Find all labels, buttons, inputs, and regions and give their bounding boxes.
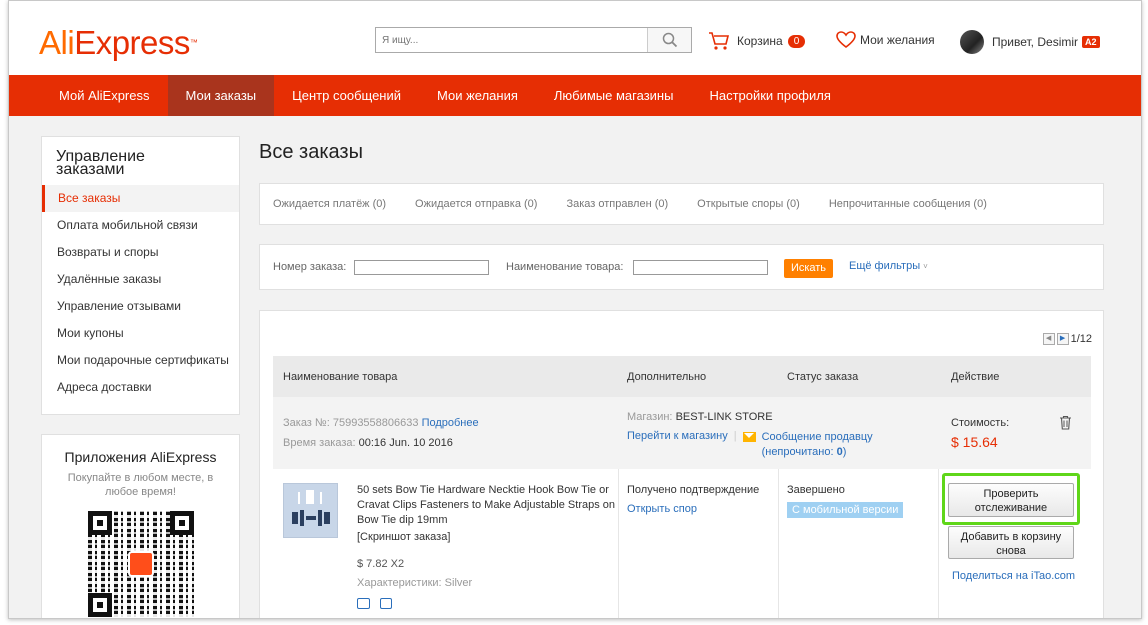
page-title: Все заказы <box>259 141 363 163</box>
search-icon <box>662 32 677 48</box>
search-bar <box>375 27 692 53</box>
next-page-button[interactable]: ▶ <box>1056 333 1069 345</box>
track-shipment-button[interactable]: Проверить отслеживание <box>948 483 1074 517</box>
delete-order-button[interactable] <box>1059 415 1072 433</box>
wishlist-link[interactable]: Мои желания <box>836 31 935 49</box>
tab-unread-messages[interactable]: Непрочитанные сообщения (0) <box>829 198 987 210</box>
share-on-itao[interactable]: Поделиться на iTao.com <box>952 570 1075 582</box>
document-icon[interactable] <box>380 598 392 609</box>
product-name-label: Наименование товара: <box>506 261 624 273</box>
cart-label: Корзина <box>737 34 783 48</box>
more-filters-link[interactable]: Ещё фильтры ˅ <box>849 260 928 272</box>
open-dispute-link[interactable]: Открыть спор <box>627 503 697 515</box>
message-seller-link[interactable]: Сообщение продавцу <box>762 431 873 443</box>
user-level-badge: A2 <box>1082 36 1100 48</box>
heart-icon <box>836 31 856 49</box>
product-characteristics: Характеристики: Silver <box>357 577 473 589</box>
order-number: 75993558806633 <box>332 417 419 429</box>
site-header: AliExpress™ Корзина 0 Мои желания Привет… <box>9 1 1141 75</box>
confirmation-status: Получено подтверждение <box>627 484 760 496</box>
product-price: $ 7.82 X2 <box>357 558 405 570</box>
add-to-cart-again-button[interactable]: Добавить в корзину снова <box>948 526 1074 559</box>
order-cost: $ 15.64 <box>951 434 998 450</box>
orders-panel: ◀ ▶ 1/12 Наименование товара Дополнитель… <box>259 310 1104 618</box>
chevron-down-icon: ˅ <box>923 262 928 271</box>
aliexpress-app-icon <box>127 551 154 577</box>
sidebar-item-mobile-payment[interactable]: Оплата мобильной связи <box>42 212 239 239</box>
sidebar: Управление заказами Все заказы Оплата мо… <box>41 136 240 415</box>
orders-table-header: Наименование товара Дополнительно Статус… <box>273 356 1091 397</box>
order-details-link[interactable]: Подробнее <box>422 417 479 429</box>
tab-shipped[interactable]: Заказ отправлен (0) <box>566 198 668 210</box>
tab-awaiting-payment[interactable]: Ожидается платёж (0) <box>273 198 386 210</box>
tab-awaiting-shipment[interactable]: Ожидается отправка (0) <box>415 198 537 210</box>
search-input[interactable] <box>376 28 647 52</box>
cost-label: Стоимость: <box>951 417 1010 429</box>
pagination: ◀ ▶ 1/12 <box>1042 333 1092 345</box>
cart-count-badge: 0 <box>787 34 806 48</box>
product-thumbnail[interactable] <box>283 483 338 538</box>
sidebar-item-gift-cards[interactable]: Мои подарочные сертификаты <box>42 347 239 374</box>
greeting-text: Привет, Desimir <box>992 35 1079 49</box>
wishlist-label: Мои желания <box>860 33 935 47</box>
apps-promo: Приложения AliExpress Покупайте в любом … <box>41 434 240 618</box>
order-number-input[interactable] <box>354 260 489 275</box>
product-name-input[interactable] <box>633 260 768 275</box>
store-name: BEST-LINK STORE <box>675 411 773 423</box>
trash-icon <box>1060 415 1071 430</box>
order-time: 00:16 Jun. 10 2016 <box>358 437 453 449</box>
sidebar-item-coupons[interactable]: Мои купоны <box>42 320 239 347</box>
tab-open-disputes[interactable]: Открытые споры (0) <box>697 198 800 210</box>
mail-icon <box>742 432 756 442</box>
order-filters: Номер заказа: Наименование товара: Искат… <box>259 244 1104 290</box>
search-orders-button[interactable]: Искать <box>784 259 833 278</box>
account-menu[interactable]: Привет, Desimir A2 <box>960 30 1100 54</box>
search-button[interactable] <box>647 28 691 52</box>
sidebar-item-all-orders[interactable]: Все заказы <box>42 185 239 212</box>
order-item-row: 50 sets Bow Tie Hardware Necktie Hook Bo… <box>273 469 1091 618</box>
nav-favorite-stores[interactable]: Любимые магазины <box>536 75 692 116</box>
col-header-action: Действие <box>951 371 1000 383</box>
prev-page-button[interactable]: ◀ <box>1042 333 1055 345</box>
col-header-product: Наименование товара <box>283 371 398 383</box>
order-status-tabs: Ожидается платёж (0) Ожидается отправка … <box>259 183 1104 225</box>
nav-message-center[interactable]: Центр сообщений <box>274 75 419 116</box>
order-summary-row: Заказ №: 75993558806633 Подробнее Время … <box>273 397 1091 469</box>
main-nav: Мой AliExpress Мои заказы Центр сообщени… <box>9 75 1141 116</box>
col-header-status: Статус заказа <box>787 371 859 383</box>
sidebar-title: Управление заказами <box>56 148 145 178</box>
cart-icon <box>709 32 730 50</box>
sidebar-item-feedback[interactable]: Управление отзывами <box>42 293 239 320</box>
mobile-version-badge: С мобильной версии <box>787 502 904 518</box>
apps-subtitle: Покупайте в любом месте, в любое время! <box>67 472 214 498</box>
aliexpress-logo[interactable]: AliExpress™ <box>39 23 198 63</box>
order-snapshot-link[interactable]: [Скриншот заказа] <box>357 531 450 543</box>
order-number-label: Номер заказа: <box>273 261 347 273</box>
sidebar-item-addresses[interactable]: Адреса доставки <box>42 374 239 401</box>
sidebar-item-deleted-orders[interactable]: Удалённые заказы <box>42 266 239 293</box>
go-to-store-link[interactable]: Перейти к магазину <box>627 430 728 460</box>
qr-code-image <box>87 511 194 617</box>
nav-my-aliexpress[interactable]: Мой AliExpress <box>41 75 168 116</box>
nav-my-orders[interactable]: Мои заказы <box>167 75 275 116</box>
shipping-icon[interactable] <box>357 598 370 609</box>
nav-wishlist[interactable]: Мои желания <box>419 75 536 116</box>
col-header-details: Дополнительно <box>627 371 707 383</box>
product-title-link[interactable]: 50 sets Bow Tie Hardware Necktie Hook Bo… <box>357 484 615 526</box>
apps-title: Приложения AliExpress <box>64 449 217 465</box>
page-indicator: 1/12 <box>1070 333 1092 345</box>
browser-frame: AliExpress™ Корзина 0 Мои желания Привет… <box>8 0 1142 619</box>
nav-profile-settings[interactable]: Настройки профиля <box>691 75 848 116</box>
sidebar-item-returns-disputes[interactable]: Возвраты и споры <box>42 239 239 266</box>
order-status: Завершено <box>787 484 845 496</box>
cart-link[interactable]: Корзина 0 <box>708 31 806 51</box>
avatar <box>960 30 984 54</box>
